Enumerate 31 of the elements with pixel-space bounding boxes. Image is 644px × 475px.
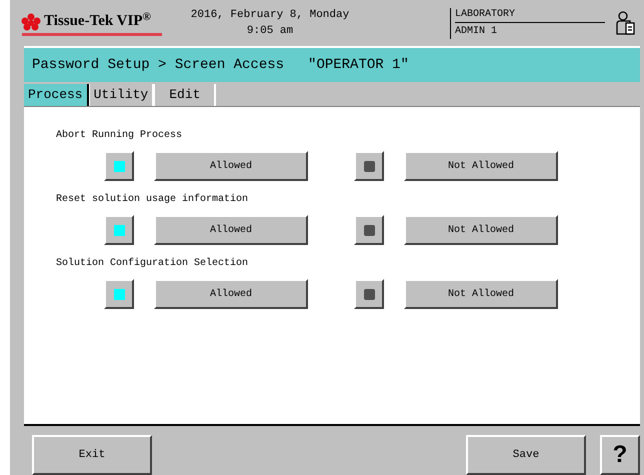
operator-name: "OPERATOR 1" [308, 56, 409, 74]
setting-label: Reset solution usage information [56, 193, 250, 207]
help-button[interactable]: ? [600, 435, 640, 475]
option-button[interactable]: Allowed [154, 151, 308, 181]
option-button[interactable]: Not Allowed [404, 215, 558, 245]
tab[interactable]: Edit [154, 84, 216, 106]
option-indicator[interactable] [354, 279, 384, 309]
flower-logo-icon [20, 12, 42, 30]
option-button[interactable]: Allowed [154, 215, 308, 245]
option-button[interactable]: Allowed [154, 279, 308, 309]
exit-button[interactable]: Exit [32, 435, 152, 475]
option-indicator[interactable] [104, 215, 134, 245]
date-text: 2016, February 8, Monday [190, 8, 350, 23]
user-lock-icon[interactable] [616, 10, 636, 36]
setting-label: Solution Configuration Selection [56, 257, 250, 271]
option-indicator[interactable] [104, 151, 134, 181]
option-button[interactable]: Not Allowed [404, 279, 558, 309]
location-text: LABORATORY [455, 8, 605, 22]
tab[interactable]: Utility [88, 84, 154, 106]
brand-logo: Tissue-Tek VIP$^{®}$ [44, 10, 151, 32]
tab[interactable]: Process [24, 84, 89, 106]
save-button[interactable]: Save [466, 435, 586, 475]
option-indicator[interactable] [104, 279, 134, 309]
option-indicator[interactable] [354, 151, 384, 181]
user-text: ADMIN 1 [455, 24, 498, 38]
setting-label: Abort Running Process [56, 129, 184, 143]
logo-underline-icon [22, 32, 162, 36]
time-text: 9:05 am [246, 24, 294, 39]
option-indicator[interactable] [354, 215, 384, 245]
breadcrumb-text: Password Setup > Screen Access [32, 56, 284, 74]
option-button[interactable]: Not Allowed [404, 151, 558, 181]
